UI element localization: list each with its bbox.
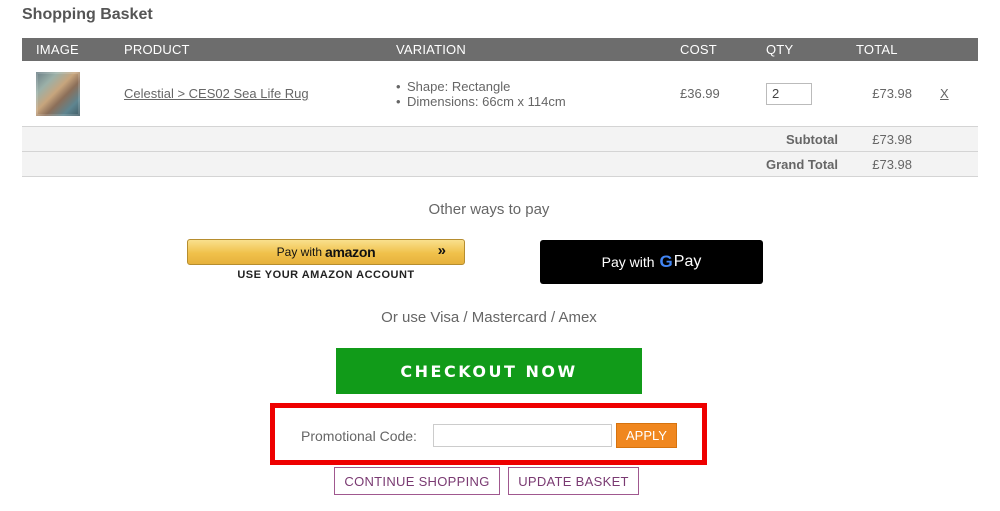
google-g-icon: G [659,252,673,271]
table-header-row: IMAGE PRODUCT VARIATION COST QTY TOTAL [22,38,978,61]
subtotal-row: Subtotal £73.98 [22,126,978,152]
header-product: PRODUCT [112,38,395,61]
product-thumbnail[interactable] [36,71,80,116]
remove-cell: X [916,61,978,127]
card-options-text: Or use Visa / Mastercard / Amex [381,309,597,326]
update-basket-button[interactable]: UPDATE BASKET [508,467,639,495]
total-cell: £73.98 [852,61,916,127]
gpay-prefix: Pay with [601,254,655,270]
amazon-pay-button[interactable]: Pay with amazon » [187,239,465,265]
other-ways-heading: Other ways to pay [428,201,550,218]
basket-table: IMAGE PRODUCT VARIATION COST QTY TOTAL C… [22,38,978,177]
variation-dimensions: Dimensions: 66cm x 114cm [407,94,667,109]
product-image-cell [22,61,112,127]
promo-code-label: Promotional Code: [301,428,417,444]
qty-cell [754,61,852,127]
amazon-pay-prefix: Pay with [276,245,323,259]
continue-shopping-button[interactable]: CONTINUE SHOPPING [334,467,500,495]
page-title: Shopping Basket [22,6,153,23]
product-link[interactable]: Celestial > CES02 Sea Life Rug [124,86,309,101]
table-row: Celestial > CES02 Sea Life Rug Shape: Re… [22,61,978,127]
product-cell: Celestial > CES02 Sea Life Rug [112,61,395,127]
grand-total-value: £73.98 [852,151,916,177]
header-cost: COST [667,38,754,61]
amazon-account-caption: USE YOUR AMAZON ACCOUNT [237,269,415,281]
variation-shape: Shape: Rectangle [407,79,667,94]
quantity-input[interactable] [766,82,812,105]
remove-item-button[interactable]: X [940,86,949,101]
gpay-pay-text: Pay [673,253,702,270]
double-chevron-icon: » [437,242,446,259]
grand-total-label: Grand Total [22,151,852,177]
header-total: TOTAL [852,38,978,61]
apply-promo-button[interactable]: APPLY [616,423,677,448]
header-image: IMAGE [22,38,112,61]
header-variation: VARIATION [395,38,667,61]
grand-total-row: Grand Total £73.98 [22,151,978,177]
promo-code-input[interactable] [433,424,612,447]
subtotal-label: Subtotal [22,126,852,152]
google-pay-button[interactable]: Pay with G Pay [540,240,763,284]
header-qty: QTY [754,38,852,61]
subtotal-value: £73.98 [852,126,916,152]
cost-cell: £36.99 [667,61,754,127]
checkout-button[interactable]: CHECKOUT NOW [336,348,642,394]
amazon-logo-text: amazon [325,244,376,260]
variation-cell: Shape: Rectangle Dimensions: 66cm x 114c… [395,61,667,127]
variation-list: Shape: Rectangle Dimensions: 66cm x 114c… [395,79,667,109]
